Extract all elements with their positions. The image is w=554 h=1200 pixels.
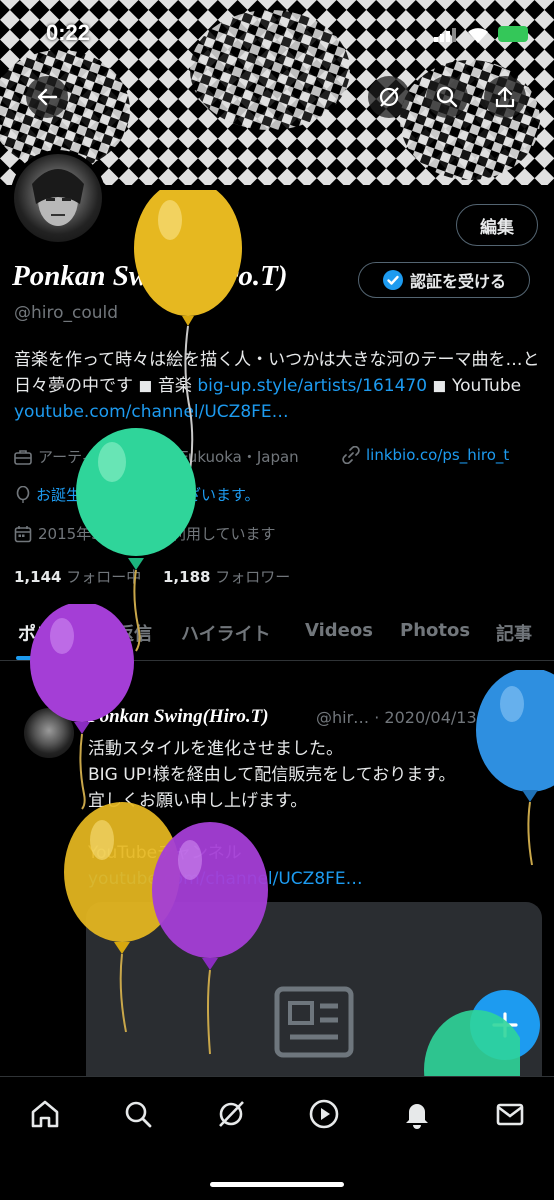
profile-tabs: ポスト 返信 ハイライト Videos Photos 記事 [0,604,554,660]
tab-replies[interactable]: 返信 [116,620,152,646]
birthday-note: お誕生日おめでとうございます。 [36,486,260,504]
status-time: 0:22 [46,20,91,45]
share-icon [495,86,515,108]
website-link[interactable]: linkbio.co/ps_hiro_t [366,446,509,464]
share-button[interactable] [484,76,526,118]
edit-profile-button[interactable]: 編集 [456,204,538,246]
video-icon[interactable] [307,1097,341,1131]
profile-location: Fukuoka・Japan [160,446,299,467]
get-verified-button[interactable]: 認証を受ける [358,262,530,298]
briefcase-icon [14,449,32,465]
grok-icon [379,87,399,107]
tab-photos[interactable]: Photos [400,620,470,641]
search-icon[interactable] [121,1097,155,1131]
notifications-icon[interactable] [400,1097,434,1131]
pinned-label: 固定 [60,679,110,699]
post-meta: @hir… · 2020/04/13 [316,708,477,727]
post-line: BIG UP!様を経由して配信販売をしております。 [88,765,456,785]
tab-posts[interactable]: ポスト [18,620,72,646]
pin-icon [60,681,74,696]
grok-button[interactable] [368,76,410,118]
profile-handle: @hiro_could [14,303,119,323]
divider [0,660,554,661]
post-line: 宜しくお願い申し上げます。 [88,791,308,811]
profile-avatar[interactable] [10,150,106,246]
bio-text: ◼︎ YouTube [427,376,522,396]
followers-count: 1,188 [163,568,211,586]
search-button[interactable] [426,76,468,118]
bio-link-youtube[interactable]: youtube.com/channel/UCZ8FE… [14,402,289,422]
home-icon[interactable] [28,1097,62,1131]
verified-badge-icon [382,270,403,290]
joined-date: 2015年5月からXを利用しています [14,523,276,544]
link-card[interactable] [86,902,542,1102]
profile-bio: 音楽を作って時々は絵を描く人・いつかは大きな河のテーマ曲を…と日々夢の中です ◼… [14,347,542,425]
home-indicator [210,1182,344,1187]
signal-icon [434,28,456,42]
messages-icon[interactable] [493,1097,527,1131]
post-author[interactable]: Ponkan Swing(Hiro.T) [88,706,269,728]
post-line: YouTubeチャンネル [88,843,242,863]
followers-link[interactable]: 1,188 フォロワー [163,566,290,587]
article-icon [274,986,354,1058]
back-button[interactable] [26,76,68,118]
post-line: 活動スタイルを進化させました。 [88,739,343,759]
following-link[interactable]: 1,144 フォロー中 [14,566,141,587]
birthday-row: お誕生日おめでとうございます。 [16,484,260,505]
profile-category: アーティスト [14,446,126,467]
compose-post-button[interactable] [470,990,540,1060]
tab-videos[interactable]: Videos [305,620,373,641]
bio-link-bigup[interactable]: big-up.style/artists/161470 [197,376,427,396]
location-pin-icon [160,447,174,466]
profile-website[interactable]: linkbio.co/ps_hiro_t [342,446,509,464]
get-verified-label: 認証を受ける [409,272,506,291]
status-bar: 0:22 [0,20,554,50]
tab-articles[interactable]: 記事 [496,620,532,646]
wifi-icon [468,28,488,43]
more-options-icon[interactable]: ··· [512,706,529,727]
back-arrow-icon [37,88,58,106]
tab-highlights[interactable]: ハイライト [181,620,271,646]
post-avatar[interactable] [24,708,74,758]
balloon-icon [16,485,30,503]
post-link[interactable]: youtube.com/channel/UCZ8FE… [88,866,538,892]
plus-icon [492,1012,518,1038]
grok-icon[interactable] [214,1097,248,1131]
battery-icon [498,26,528,42]
calendar-icon [14,525,32,542]
following-count: 1,144 [14,568,62,586]
display-name: Ponkan Swing(Hiro.T) [12,260,288,292]
post-text: 活動スタイルを進化させました。 BIG UP!様を経由して配信販売をしております… [88,736,538,892]
link-icon [342,446,360,464]
search-icon [436,86,458,108]
